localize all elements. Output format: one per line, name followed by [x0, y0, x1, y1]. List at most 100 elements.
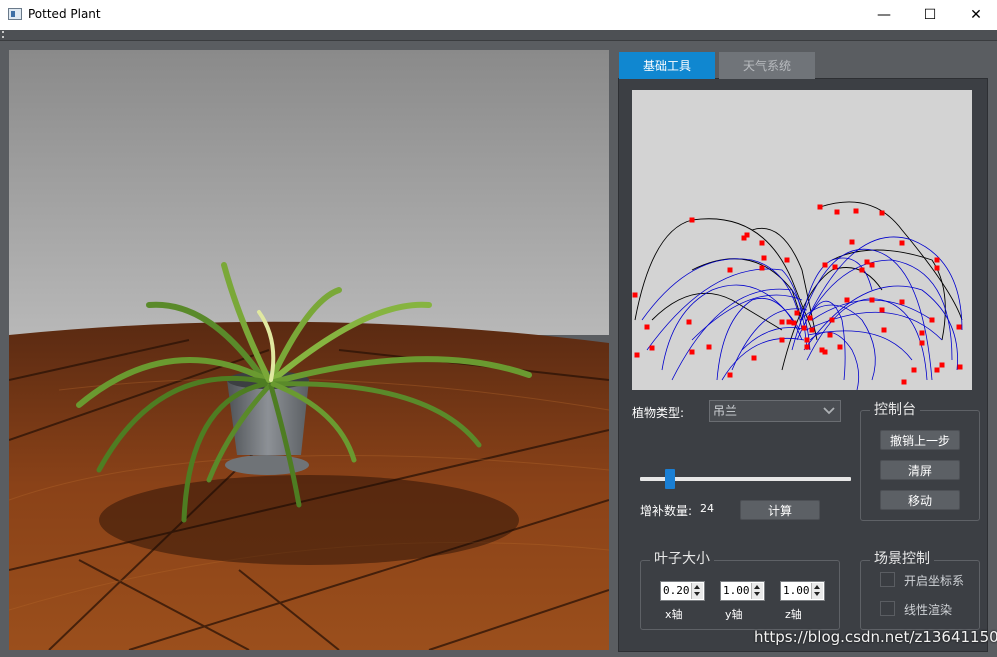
count-value: 24: [700, 502, 714, 515]
maximize-icon: ☐: [923, 7, 937, 23]
tab-weather-system[interactable]: 天气系统: [719, 52, 815, 79]
spin-arrows-icon[interactable]: [811, 583, 823, 599]
scene-control-title: 场景控制: [870, 548, 934, 568]
move-label: 移动: [907, 493, 932, 508]
wireframe-label: 线性渲染: [904, 603, 953, 617]
plant-type-label: 植物类型:: [632, 406, 685, 420]
control-point: [794, 310, 800, 316]
control-point: [869, 262, 875, 268]
tab-basic-tools[interactable]: 基础工具: [619, 52, 715, 79]
close-button[interactable]: ✕: [953, 0, 997, 30]
control-point: [911, 367, 917, 373]
control-point: [817, 204, 823, 210]
spline-curve: [805, 311, 943, 341]
control-point: [644, 324, 650, 330]
control-point: [822, 349, 828, 355]
plant-type-select[interactable]: 吊兰: [709, 400, 841, 422]
control-point: [786, 319, 792, 325]
control-point: [801, 325, 807, 331]
slider-handle[interactable]: [664, 469, 675, 489]
leaf-size-title: 叶子大小: [650, 548, 714, 568]
toolbar-grip-icon[interactable]: [2, 31, 6, 38]
spline-curve: [803, 285, 958, 371]
control-point: [689, 349, 695, 355]
watermark: https://blog.csdn.net/z136411501: [754, 628, 997, 646]
spline-curve: [691, 294, 803, 341]
control-point: [759, 240, 765, 246]
spin-arrows-icon[interactable]: [691, 583, 703, 599]
control-point: [632, 292, 638, 298]
curve-editor-canvas[interactable]: [632, 90, 972, 390]
control-point: [829, 317, 835, 323]
control-point: [881, 327, 887, 333]
control-point: [899, 299, 905, 305]
control-point: [919, 330, 925, 336]
control-point: [784, 257, 790, 263]
control-point: [751, 355, 757, 361]
scene-control-group: [860, 560, 980, 630]
control-point: [634, 352, 640, 358]
control-point: [779, 319, 785, 325]
tab-label: 基础工具: [642, 59, 691, 73]
control-point: [807, 315, 813, 321]
control-point: [827, 332, 833, 338]
control-point: [934, 265, 940, 271]
x-axis-spinbox[interactable]: 0.20: [660, 581, 705, 601]
spline-curve: [731, 308, 808, 371]
control-point: [929, 317, 935, 323]
control-point: [727, 267, 733, 273]
window-title: Potted Plant: [28, 7, 101, 21]
z-axis-value: 1.00: [783, 584, 810, 597]
spline-curve: [807, 330, 913, 361]
control-point: [804, 337, 810, 343]
y-axis-label: y轴: [725, 608, 743, 621]
3d-viewport[interactable]: [9, 50, 609, 650]
z-axis-label: z轴: [785, 608, 802, 621]
undo-label: 撤销上一步: [889, 433, 950, 448]
control-point: [809, 327, 815, 333]
control-point: [832, 264, 838, 270]
clear-screen-button[interactable]: 清屏: [880, 460, 960, 480]
control-point: [849, 239, 855, 245]
control-point: [919, 340, 925, 346]
control-point: [686, 319, 692, 325]
maximize-button[interactable]: ☐: [907, 0, 953, 30]
scene-render: [9, 50, 609, 650]
minimize-icon: —: [877, 7, 891, 23]
control-point: [834, 209, 840, 215]
undo-button[interactable]: 撤销上一步: [880, 430, 960, 450]
control-point: [791, 320, 797, 326]
control-point: [779, 337, 785, 343]
z-axis-spinbox[interactable]: 1.00: [780, 581, 825, 601]
spline-curve: [811, 299, 933, 321]
close-icon: ✕: [970, 7, 982, 23]
move-button[interactable]: 移动: [880, 490, 960, 510]
wireframe-checkbox[interactable]: [880, 601, 895, 616]
control-point: [649, 345, 655, 351]
spline-curve: [671, 288, 811, 381]
control-point: [822, 262, 828, 268]
spline-curve: [796, 259, 953, 361]
coords-checkbox[interactable]: [880, 572, 895, 587]
control-point: [879, 307, 885, 313]
app-icon: [8, 8, 22, 20]
control-point: [934, 367, 940, 373]
control-panel-title: 控制台: [870, 399, 920, 419]
control-point: [706, 344, 712, 350]
clear-label: 清屏: [907, 463, 932, 478]
minimize-button[interactable]: —: [861, 0, 907, 30]
tab-label: 天气系统: [742, 59, 791, 73]
control-point: [727, 372, 733, 378]
control-point: [869, 297, 875, 303]
spline-curve: [806, 298, 928, 381]
control-point: [956, 324, 962, 330]
y-axis-spinbox[interactable]: 1.00: [720, 581, 765, 601]
x-axis-label: x轴: [665, 608, 683, 621]
control-point: [901, 379, 907, 385]
control-point: [957, 364, 963, 370]
compute-button[interactable]: 计算: [740, 500, 820, 520]
spin-arrows-icon[interactable]: [751, 583, 763, 599]
spline-curve: [721, 337, 805, 381]
plant-type-value: 吊兰: [713, 404, 738, 418]
control-point: [804, 344, 810, 350]
